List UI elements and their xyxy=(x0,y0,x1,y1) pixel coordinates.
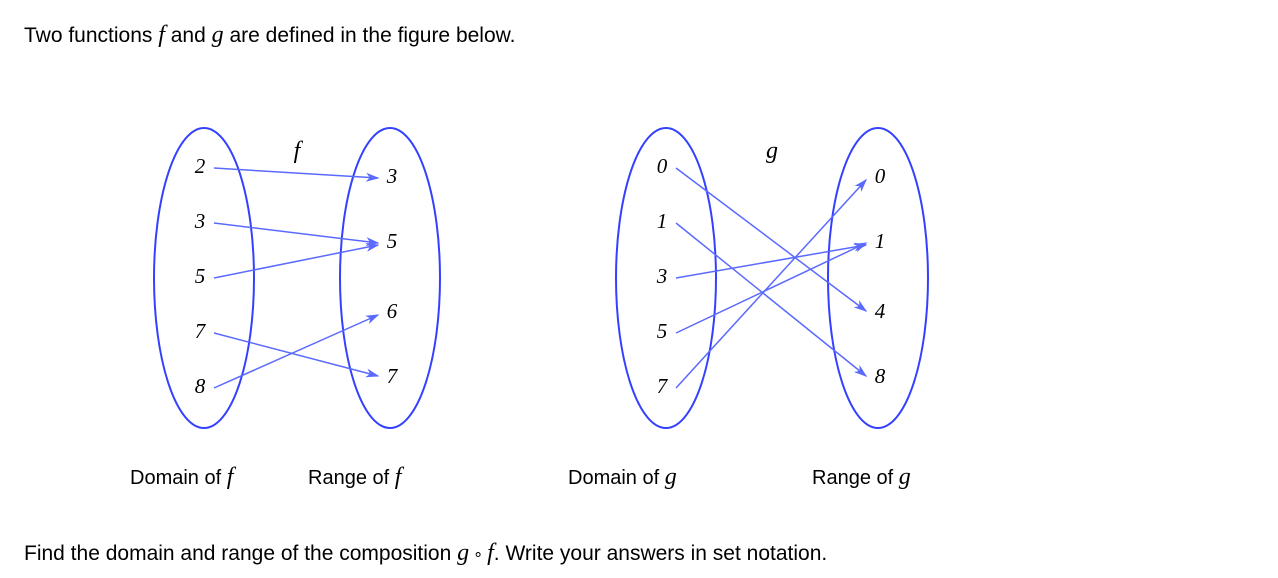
text-segment: Two functions xyxy=(24,24,158,47)
caption-domain-f: Domain of f xyxy=(130,464,233,491)
g-domain-value: 5 xyxy=(657,319,668,343)
g-range-value: 1 xyxy=(875,229,886,253)
f-range-value: 7 xyxy=(387,364,399,388)
prompt-line-2: Find the domain and range of the composi… xyxy=(24,540,827,567)
variable-g: g xyxy=(665,464,677,490)
variable-g: g xyxy=(212,22,224,48)
arrow xyxy=(676,243,866,333)
caption-range-f: Range of f xyxy=(308,464,401,491)
f-range-value: 6 xyxy=(387,299,398,323)
f-domain-value: 8 xyxy=(195,374,206,398)
g-domain-value: 7 xyxy=(657,374,669,398)
diagrams: 2 3 5 7 8 3 5 6 7 f xyxy=(0,118,1278,478)
diagram-g: 0 1 3 5 7 0 1 4 8 g xyxy=(616,128,928,428)
diagram-f: 2 3 5 7 8 3 5 6 7 f xyxy=(154,128,440,428)
function-label-g: g xyxy=(766,138,778,164)
mapping-diagrams-svg: 2 3 5 7 8 3 5 6 7 f xyxy=(0,118,1278,478)
f-range-value: 3 xyxy=(386,164,398,188)
arrow xyxy=(676,223,866,376)
g-range-value: 8 xyxy=(875,364,886,388)
g-range-value: 0 xyxy=(875,164,886,188)
variable-f: f xyxy=(395,464,402,490)
arrow xyxy=(214,245,378,278)
prompt-line-1: Two functions f and g are defined in the… xyxy=(24,22,516,49)
page: Two functions f and g are defined in the… xyxy=(0,0,1278,578)
f-domain-value: 3 xyxy=(194,209,206,233)
caption-text: Domain of xyxy=(568,467,665,489)
caption-domain-g: Domain of g xyxy=(568,464,677,491)
arrow xyxy=(676,180,866,388)
g-domain-value: 3 xyxy=(656,264,668,288)
caption-text: Range of xyxy=(308,467,395,489)
variable-f: f xyxy=(227,464,234,490)
g-domain-value: 0 xyxy=(657,154,668,178)
g-domain-value: 1 xyxy=(657,209,668,233)
text-segment: . Write your answers in set notation. xyxy=(494,542,827,565)
text-segment: and xyxy=(165,24,212,47)
variable-f: f xyxy=(158,22,165,48)
compose-symbol: ∘ xyxy=(469,546,487,563)
variable-f: f xyxy=(487,540,494,566)
caption-text: Range of xyxy=(812,467,899,489)
variable-g: g xyxy=(899,464,911,490)
function-label-f: f xyxy=(294,138,304,164)
text-segment: Find the domain and range of the composi… xyxy=(24,542,457,565)
text-segment: are defined in the figure below. xyxy=(224,24,516,47)
g-range-value: 4 xyxy=(875,299,886,323)
caption-range-g: Range of g xyxy=(812,464,911,491)
f-domain-value: 5 xyxy=(195,264,206,288)
f-range-value: 5 xyxy=(387,229,398,253)
caption-text: Domain of xyxy=(130,467,227,489)
f-domain-value: 2 xyxy=(195,154,206,178)
variable-g: g xyxy=(457,540,469,566)
arrow xyxy=(676,245,866,278)
f-domain-value: 7 xyxy=(195,319,207,343)
arrow xyxy=(214,333,378,376)
arrow xyxy=(214,223,378,243)
